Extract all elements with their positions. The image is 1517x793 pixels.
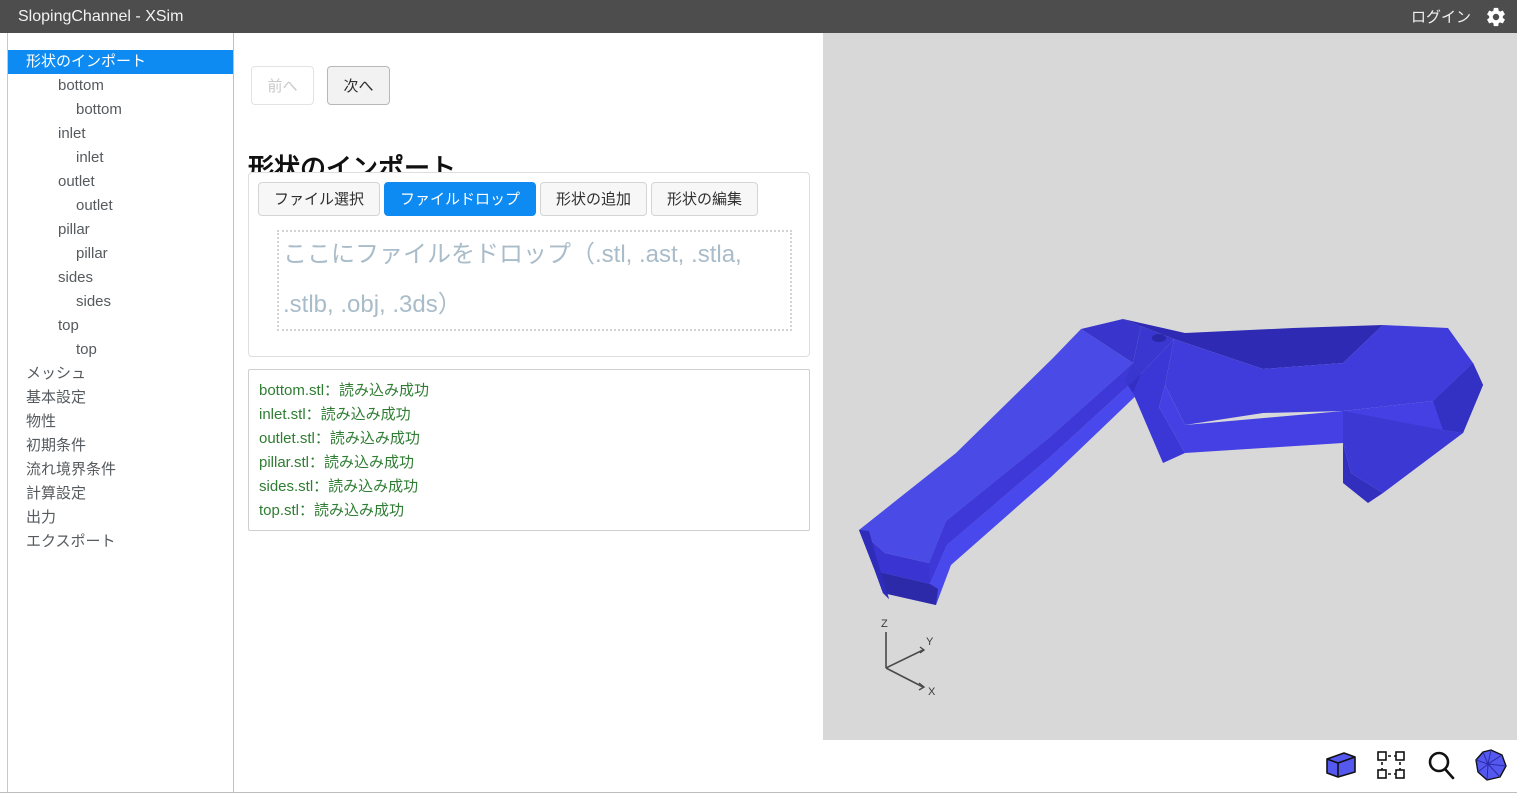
sidebar-item[interactable]: sides <box>8 290 233 314</box>
next-button[interactable]: 次へ <box>327 66 390 105</box>
sidebar-item[interactable]: bottom <box>8 98 233 122</box>
title-bar: SlopingChannel - XSim ログイン <box>0 0 1517 33</box>
sidebar-item[interactable]: 形状のインポート <box>8 50 233 74</box>
gear-icon[interactable] <box>1485 6 1507 28</box>
sidebar-item[interactable]: bottom <box>8 74 233 98</box>
login-link[interactable]: ログイン <box>1411 6 1471 27</box>
log-line: sides.stl：読み込み成功 <box>259 478 419 495</box>
tab[interactable]: ファイルドロップ <box>384 182 537 216</box>
sidebar: 形状のインポート bottom bottom inlet inlet outlet outl… <box>7 33 234 793</box>
titlebar-actions: ログイン <box>1411 0 1507 33</box>
zoom-icon[interactable] <box>1423 747 1459 783</box>
import-tab-card: ファイル選択 ファイルドロップ 形状の追加 形状の編集 ここにファイルをドロップ（.s… <box>248 172 810 357</box>
tab[interactable]: ファイル選択 <box>258 182 381 216</box>
import-log-panel: bottom.stl：読み込み成功 inlet.stl：読み込み成功 outlet.… <box>248 369 810 531</box>
main-content: 前へ 次へ 形状のインポート ファイル選択 ファイルドロップ 形状の追加 形状の編集 … <box>235 33 823 793</box>
prev-button[interactable]: 前へ <box>251 66 314 105</box>
sidebar-item[interactable]: top <box>8 314 233 338</box>
sidebar-item[interactable]: sides <box>8 266 233 290</box>
sidebar-item[interactable]: inlet <box>8 122 233 146</box>
log-line: bottom.stl：読み込み成功 <box>259 382 430 399</box>
log-line: outlet.stl：読み込み成功 <box>259 430 420 447</box>
select-box-icon[interactable] <box>1373 747 1409 783</box>
log-line: inlet.stl：読み込み成功 <box>259 406 411 423</box>
dropzone-label: ここにファイルをドロップ（.stl, .ast, .stla, .stlb, .… <box>283 241 742 318</box>
shape-view-icon[interactable] <box>1323 747 1359 783</box>
sidebar-item[interactable]: 計算設定 <box>8 482 233 506</box>
sidebar-item[interactable]: pillar <box>8 218 233 242</box>
file-dropzone[interactable]: ここにファイルをドロップ（.stl, .ast, .stla, .stlb, .… <box>277 230 792 331</box>
app-window: SlopingChannel - XSim ログイン 形状のインポート botto… <box>0 0 1517 793</box>
sidebar-item[interactable]: 物性 <box>8 410 233 434</box>
axis-label-y: Y <box>926 636 934 648</box>
sidebar-item[interactable]: 基本設定 <box>8 386 233 410</box>
view-tools <box>1323 741 1509 789</box>
navigation-tree: 形状のインポート bottom bottom inlet inlet outlet outl… <box>8 50 233 554</box>
wizard-nav: 前へ 次へ <box>251 66 390 105</box>
tab-strip: ファイル選択 ファイルドロップ 形状の追加 形状の編集 <box>258 182 759 216</box>
sidebar-item[interactable]: outlet <box>8 170 233 194</box>
sidebar-item[interactable]: outlet <box>8 194 233 218</box>
sidebar-item[interactable]: 流れ境界条件 <box>8 458 233 482</box>
viewport-3d[interactable]: Z Y X <box>823 33 1517 740</box>
axis-indicator: Z Y X <box>881 618 936 698</box>
sidebar-item[interactable]: メッシュ <box>8 362 233 386</box>
tab[interactable]: 形状の編集 <box>651 182 759 216</box>
log-line: top.stl：読み込み成功 <box>259 502 405 519</box>
sidebar-item[interactable]: 初期条件 <box>8 434 233 458</box>
sidebar-item[interactable]: 出力 <box>8 506 233 530</box>
tab[interactable]: 形状の追加 <box>540 182 648 216</box>
sidebar-item[interactable]: pillar <box>8 242 233 266</box>
window-title: SlopingChannel - XSim <box>18 8 184 25</box>
axis-label-x: X <box>928 686 936 698</box>
sidebar-item[interactable]: エクスポート <box>8 530 233 554</box>
orientation-cube-icon[interactable] <box>1473 747 1509 783</box>
axis-label-z: Z <box>881 618 888 630</box>
sidebar-item[interactable]: inlet <box>8 146 233 170</box>
log-line: pillar.stl：読み込み成功 <box>259 454 415 471</box>
sidebar-item[interactable]: top <box>8 338 233 362</box>
